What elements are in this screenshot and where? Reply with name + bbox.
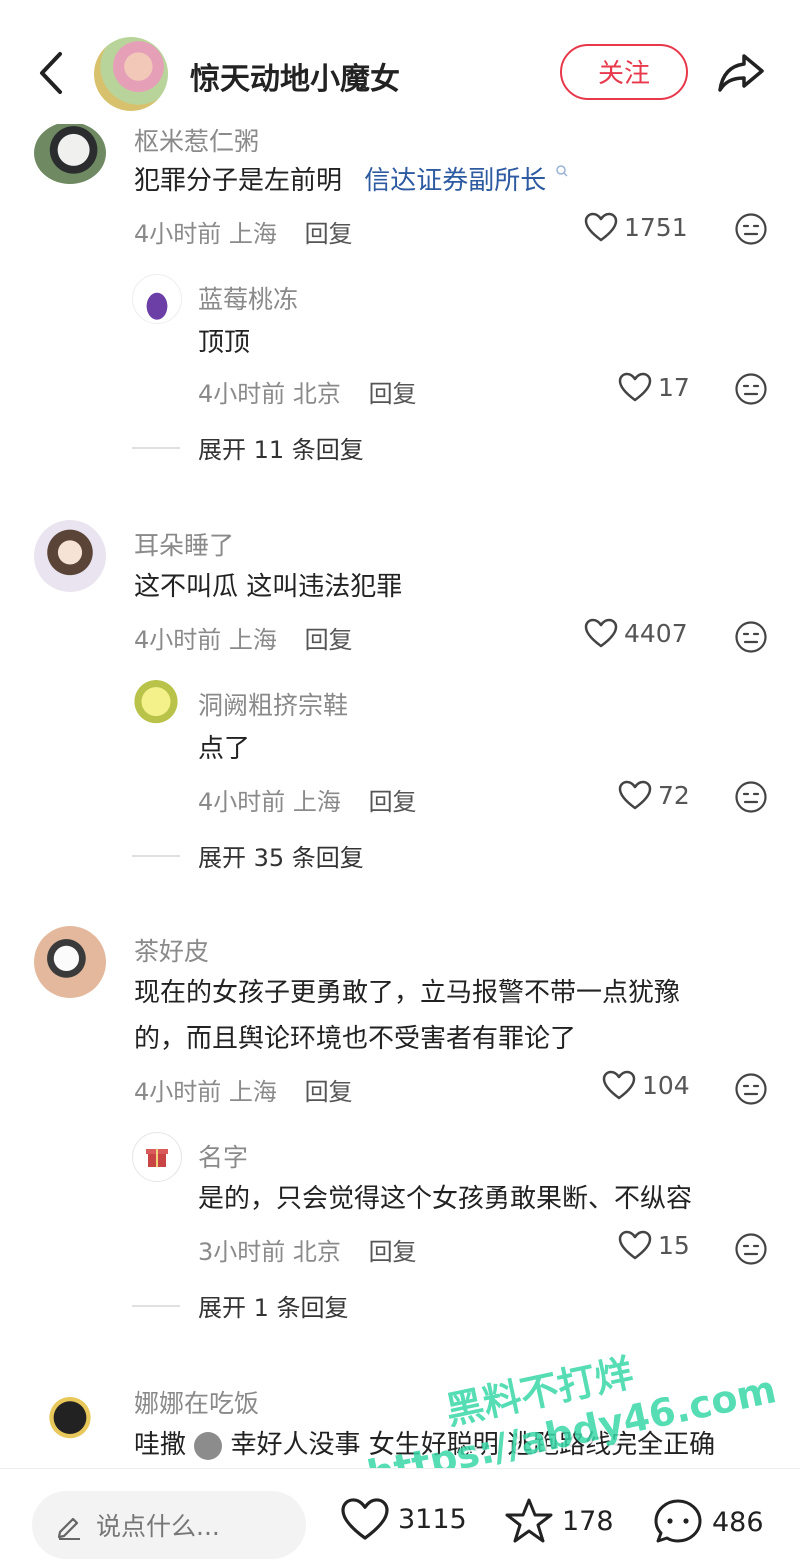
reply-meta: 4小时前 上海 回复	[198, 788, 417, 816]
commenter-name[interactable]: 枢米惹仁粥	[134, 124, 259, 158]
reply-name[interactable]: 名字	[198, 1138, 248, 1174]
dislike-icon[interactable]	[734, 1232, 768, 1266]
commenter-avatar[interactable]	[34, 1378, 106, 1450]
like-count: 72	[658, 780, 690, 810]
like-count: 104	[642, 1070, 690, 1100]
commenter-avatar[interactable]	[34, 520, 106, 592]
like-post-button[interactable]: 3115	[340, 1497, 467, 1541]
like-button[interactable]: 72	[618, 780, 690, 810]
reply-meta: 4小时前 北京 回复	[198, 380, 417, 408]
reply-button[interactable]: 回复	[369, 1238, 417, 1266]
heart-icon	[618, 780, 652, 810]
reply-name[interactable]: 洞阙粗挤宗鞋	[198, 686, 348, 722]
dislike-icon[interactable]	[734, 212, 768, 246]
share-icon[interactable]	[716, 50, 766, 94]
commenter-avatar[interactable]	[34, 926, 106, 998]
heart-icon	[618, 1230, 652, 1260]
commenter-avatar[interactable]	[34, 124, 106, 184]
reply-button[interactable]: 回复	[305, 220, 353, 248]
gift-icon	[146, 1149, 168, 1167]
reply-meta: 3小时前 北京 回复	[198, 1238, 417, 1266]
star-icon	[505, 1498, 553, 1543]
expand-replies-button[interactable]: 展开 11 条回复	[132, 430, 364, 465]
reply-button[interactable]: 回复	[369, 788, 417, 816]
divider	[132, 1304, 180, 1307]
search-icon[interactable]	[555, 164, 569, 178]
like-count: 15	[658, 1230, 690, 1260]
heart-icon	[584, 212, 618, 242]
reply-avatar[interactable]	[132, 1132, 182, 1182]
like-count: 17	[658, 372, 690, 402]
star-post-button[interactable]: 178	[504, 1497, 614, 1545]
reply-avatar[interactable]	[132, 680, 180, 728]
comment-meta: 4小时前 上海 回复	[134, 1078, 353, 1106]
dislike-icon[interactable]	[734, 780, 768, 814]
heart-icon	[584, 618, 618, 648]
like-button[interactable]: 4407	[584, 618, 688, 648]
comment-text: 犯罪分子是左前明 信达证券副所长	[134, 158, 569, 204]
bottom-bar: 说点什么... 3115 178 486	[0, 1468, 800, 1561]
reply-button[interactable]: 回复	[369, 380, 417, 408]
reply-text: 点了	[198, 734, 251, 764]
like-button[interactable]: 15	[618, 1230, 690, 1260]
input-placeholder: 说点什么...	[96, 1512, 220, 1541]
star-total: 178	[562, 1505, 614, 1537]
expand-replies-button[interactable]: 展开 35 条回复	[132, 838, 364, 873]
expand-replies-button[interactable]: 展开 1 条回复	[132, 1288, 349, 1323]
divider	[132, 446, 180, 449]
divider	[132, 854, 180, 857]
comment-meta: 4小时前 上海 回复	[134, 220, 353, 248]
money-bag-emoji-icon	[194, 1431, 223, 1460]
comment-post-button[interactable]: 486	[652, 1497, 764, 1547]
top-bar: 惊天动地小魔女 关注	[0, 0, 800, 124]
heart-icon	[341, 1498, 389, 1540]
follow-button[interactable]: 关注	[560, 44, 688, 100]
reply-button[interactable]: 回复	[305, 626, 353, 654]
like-count: 4407	[624, 618, 688, 648]
comment-total: 486	[712, 1506, 764, 1538]
reply-text: 是的，只会觉得这个女孩勇敢果断、不纵容	[198, 1184, 693, 1214]
commenter-name[interactable]: 耳朵睡了	[134, 526, 234, 562]
like-button[interactable]: 1751	[584, 212, 688, 242]
search-link[interactable]: 信达证券副所长	[364, 166, 546, 196]
like-button[interactable]: 17	[618, 372, 690, 402]
like-count: 1751	[624, 212, 688, 242]
author-avatar[interactable]	[94, 37, 168, 111]
reply-button[interactable]: 回复	[305, 1078, 353, 1106]
commenter-name[interactable]: 娜娜在吃饭	[134, 1384, 259, 1420]
back-arrow-icon[interactable]	[30, 48, 74, 98]
dislike-icon[interactable]	[734, 372, 768, 406]
dislike-icon[interactable]	[734, 1072, 768, 1106]
comment-list[interactable]: 枢米惹仁粥 犯罪分子是左前明 信达证券副所长 4小时前 上海 回复 1751 蓝…	[0, 124, 800, 1468]
commenter-name[interactable]: 茶好皮	[134, 932, 209, 968]
reply-text: 顶顶	[198, 328, 251, 358]
comment-bubble-icon	[654, 1499, 702, 1543]
like-total: 3115	[398, 1503, 467, 1535]
comment-text: 这不叫瓜 这叫违法犯罪	[134, 572, 403, 602]
comment-input[interactable]: 说点什么...	[32, 1491, 306, 1559]
heart-icon	[618, 372, 652, 402]
like-button[interactable]: 104	[602, 1070, 690, 1100]
pencil-icon	[57, 1517, 80, 1540]
heart-icon	[602, 1070, 636, 1100]
dislike-icon[interactable]	[734, 620, 768, 654]
comment-text: 现在的女孩子更勇敢了，立马报警不带一点犹豫 的，而且舆论环境也不受害者有罪论了	[134, 978, 681, 1054]
reply-avatar[interactable]	[132, 274, 182, 324]
reply-name[interactable]: 蓝莓桃冻	[198, 280, 298, 316]
author-name[interactable]: 惊天动地小魔女	[190, 54, 400, 98]
comment-meta: 4小时前 上海 回复	[134, 626, 353, 654]
